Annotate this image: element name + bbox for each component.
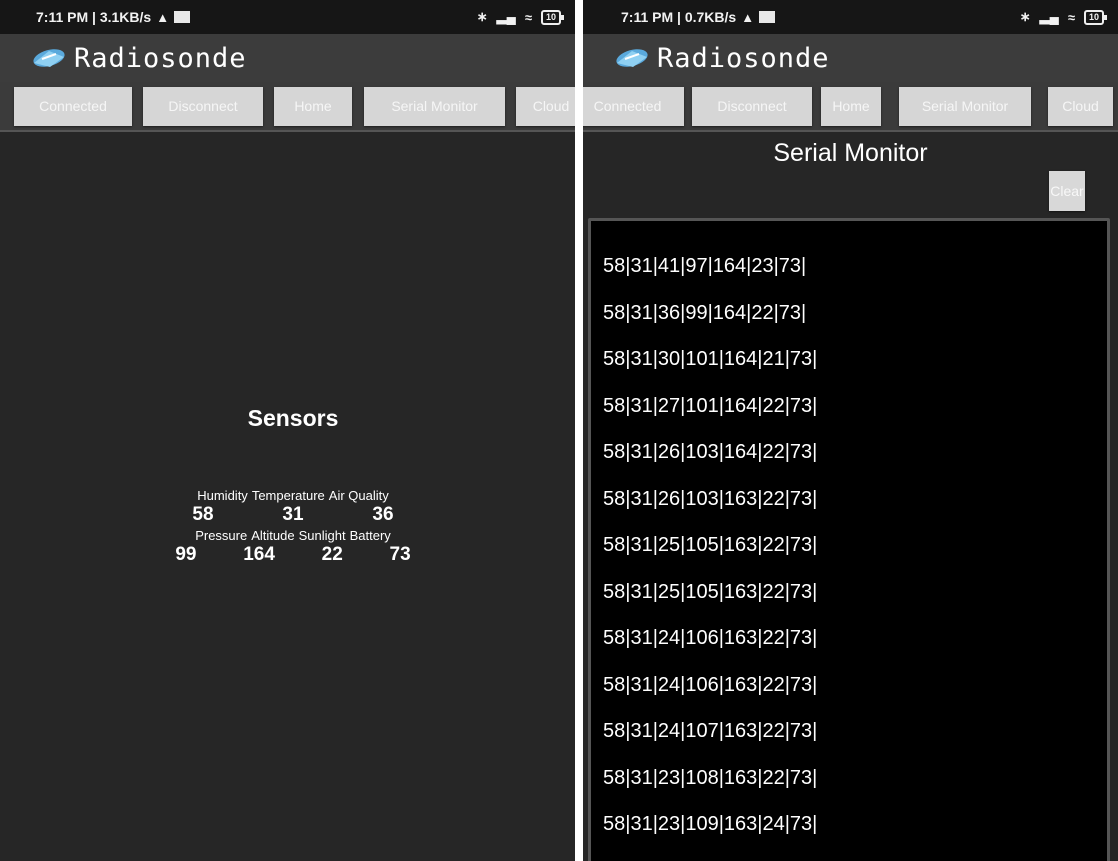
status-bar: 7:11 PM | 3.1KB/s ▲ ∗ ▂▄ ≈ 10 [0, 0, 575, 34]
snapchat-icon: ▲ [156, 9, 170, 25]
clear-button[interactable]: Clear [1049, 171, 1085, 211]
pressure-label: Pressure [195, 528, 248, 543]
tab-home[interactable]: Home [821, 87, 881, 126]
battery-value: 73 [389, 544, 411, 565]
bluetooth-icon: ∗ [476, 9, 488, 24]
log-line: 58|31|41|97|164|23|73| [603, 255, 807, 277]
status-time: 7:11 PM | 3.1KB/s [36, 9, 152, 25]
temperature-value: 31 [282, 504, 304, 525]
tab-serial-monitor[interactable]: Serial Monitor [899, 87, 1031, 126]
status-time: 7:11 PM | 0.7KB/s [621, 9, 737, 25]
log-line: 58|31|23|109|163|24|73| [603, 813, 818, 835]
snapchat-icon: ▲ [741, 9, 755, 25]
pressure-value: 99 [175, 544, 197, 565]
log-line: 58|31|23|108|163|22|73| [603, 766, 818, 789]
log-line: 58|31|30|101|164|21|73| [603, 348, 818, 370]
tab-serial-monitor[interactable]: Serial Monitor [364, 87, 505, 126]
satellite-logo-icon [616, 49, 648, 67]
air-quality-label: Air Quality [328, 488, 389, 503]
log-line: 58|31|26|103|163|22|73| [603, 487, 818, 510]
sensor-labels-row-1: Humidity Temperature Air Quality [140, 488, 446, 503]
satellite-logo-icon [33, 49, 65, 67]
tab-home[interactable]: Home [274, 87, 352, 126]
home-screen: 7:11 PM | 3.1KB/s ▲ ∗ ▂▄ ≈ 10 Radiosonde… [0, 0, 575, 861]
notification-icon [759, 11, 776, 23]
sensors-panel: Sensors Humidity Temperature Air Quality… [140, 405, 446, 568]
log-line: 58|31|25|105|163|22|73| [603, 580, 818, 603]
tab-cloud[interactable]: Cloud [1048, 87, 1113, 126]
sensors-title: Sensors [247, 405, 339, 431]
tab-connected[interactable]: Connected [583, 87, 684, 126]
bluetooth-icon: ∗ [1019, 9, 1031, 24]
serial-monitor-title: Serial Monitor [773, 139, 928, 167]
serial-log[interactable]: 58|31|41|97|164|23|73| 58|31|36|99|164|2… [588, 218, 1110, 861]
altitude-label: Altitude [251, 528, 295, 543]
signal-icon: ▂▄ [496, 9, 516, 24]
log-line: 58|31|27|101|164|22|73| [603, 394, 818, 417]
sensor-labels-row-2: Pressure Altitude Sunlight Battery [140, 528, 446, 543]
log-line: 58|31|24|106|163|22|73| [603, 673, 818, 696]
wifi-icon: ≈ [524, 9, 532, 25]
serial-monitor-screen: 7:11 PM | 0.7KB/s ▲ ∗ ▂▄ ≈ 10 Radiosonde… [583, 0, 1118, 861]
tab-bar: Connected Disconnect Home Serial Monitor… [583, 82, 1118, 132]
log-line: 58|31|26|103|164|22|73| [603, 441, 818, 463]
altitude-value: 164 [243, 544, 275, 565]
temperature-label: Temperature [251, 488, 325, 503]
app-bar: Radiosonde [0, 34, 575, 82]
humidity-label: Humidity [197, 488, 248, 503]
notification-icon [174, 11, 191, 23]
sensor-values-row-1: 58 31 36 [140, 504, 446, 526]
log-line: 58|31|36|99|164|22|73| [603, 301, 807, 324]
battery-icon: 10 [1083, 9, 1108, 25]
tab-connected[interactable]: Connected [14, 87, 132, 126]
app-bar: Radiosonde [583, 34, 1118, 82]
sunlight-value: 22 [321, 544, 343, 565]
signal-icon: ▂▄ [1039, 9, 1059, 24]
sunlight-label: Sunlight [298, 528, 346, 543]
tab-bar: Connected Disconnect Home Serial Monitor… [0, 82, 575, 132]
log-line: 58|31|25|105|163|22|73| [603, 534, 818, 556]
wifi-icon: ≈ [1067, 9, 1075, 25]
status-bar: 7:11 PM | 0.7KB/s ▲ ∗ ▂▄ ≈ 10 [583, 0, 1118, 34]
tab-disconnect[interactable]: Disconnect [692, 87, 812, 126]
log-line: 58|31|24|106|163|22|73| [603, 627, 818, 649]
battery-label: Battery [349, 528, 391, 543]
tab-disconnect[interactable]: Disconnect [143, 87, 263, 126]
humidity-value: 58 [192, 504, 214, 525]
air-quality-value: 36 [372, 504, 394, 525]
log-line: 58|31|24|107|163|22|73| [603, 720, 818, 742]
app-title: Radiosonde [657, 42, 830, 74]
sensor-values-row-2: 99 164 22 73 [140, 544, 446, 566]
app-title: Radiosonde [74, 42, 247, 74]
battery-icon: 10 [540, 9, 565, 25]
tab-cloud[interactable]: Cloud [516, 87, 575, 126]
